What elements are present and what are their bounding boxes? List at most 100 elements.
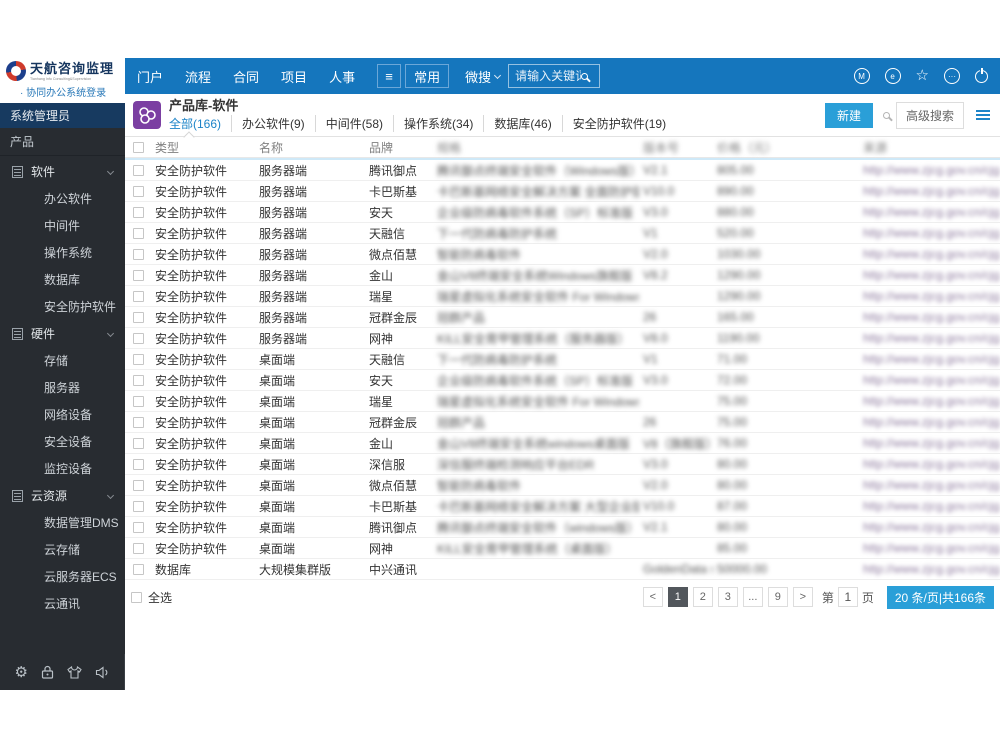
table-row[interactable]: 安全防护软件 桌面端 腾讯御点 腾讯御点终端安全软件（windows版） V2.… (125, 517, 1000, 538)
table-row[interactable]: 安全防护软件 桌面端 深信服 深信服终端检测响应平台EDR V3.0 80.00… (125, 454, 1000, 475)
global-search-input[interactable] (515, 69, 582, 83)
cell-source-link-blurred[interactable]: http://www.zjcg.gov.cn/cjg/ (859, 370, 1000, 390)
column-header[interactable]: 类型 (151, 137, 255, 157)
nav-tab-common[interactable]: 常用 (405, 64, 450, 88)
sidebar-item[interactable]: 数据库 (0, 266, 125, 293)
cell-source-link-blurred[interactable]: http://www.zjcg.gov.cn/cjg/ (859, 244, 1000, 264)
page-button[interactable]: 1 (667, 587, 688, 607)
nav-item[interactable]: 人事 (329, 67, 355, 86)
row-checkbox[interactable] (132, 206, 144, 218)
nav-menu-toggle[interactable]: ≡ (377, 64, 402, 88)
sidebar-item[interactable]: 安全防护软件 (0, 293, 125, 320)
page-button[interactable]: 9 (767, 587, 788, 607)
theme-shirt-icon[interactable] (66, 665, 82, 679)
sidebar-item[interactable]: 安全设备 (0, 428, 125, 455)
cell-source-link-blurred[interactable]: http://www.zjcg.gov.cn/cjg/ (859, 307, 1000, 327)
cell-source-link-blurred[interactable]: http://www.zjcg.gov.cn/cjg/ (859, 433, 1000, 453)
cell-source-link-blurred[interactable]: http://www.zjcg.gov.cn/cjg/ (859, 391, 1000, 411)
category-tab[interactable]: 全部(166) (169, 115, 231, 132)
row-checkbox[interactable] (132, 269, 144, 281)
row-checkbox[interactable] (132, 311, 144, 323)
table-row[interactable]: 安全防护软件 服务器端 金山 金山V8终端安全系统Windows旗舰版 V8.2… (125, 265, 1000, 286)
logout-power-icon[interactable] (975, 67, 988, 83)
favorites-star-icon[interactable]: ☆ (916, 68, 929, 84)
collab-login-link[interactable]: · 协同办公系统登录 (6, 84, 119, 99)
table-row[interactable]: 安全防护软件 桌面端 网神 KILL安全胄甲管理系统（桌面版） 85.00 ht… (125, 538, 1000, 559)
row-checkbox[interactable] (132, 353, 144, 365)
search-icon[interactable] (581, 72, 589, 80)
table-row[interactable]: 安全防护软件 服务器端 安天 企业级防病毒软件系统（SP）标准版 V3.0 88… (125, 202, 1000, 223)
select-all-checkbox[interactable] (131, 591, 142, 603)
row-checkbox[interactable] (132, 458, 144, 470)
sidebar-item[interactable]: 网络设备 (0, 401, 125, 428)
cell-source-link-blurred[interactable]: http://www.zjcg.gov.cn/cjg/ (859, 538, 1000, 558)
row-checkbox[interactable] (132, 521, 144, 533)
table-row[interactable]: 安全防护软件 服务器端 微点佰慧 智能防病毒软件 V2.0 1030.00 ht… (125, 244, 1000, 265)
sidebar-item[interactable]: 云通讯 (0, 590, 125, 617)
cell-source-link-blurred[interactable]: http://www.zjcg.gov.cn/cjg/ (859, 349, 1000, 369)
list-view-toggle-icon[interactable] (974, 108, 992, 122)
row-checkbox[interactable] (132, 479, 144, 491)
row-checkbox[interactable] (132, 290, 144, 302)
cell-source-link-blurred[interactable]: http://www.zjcg.gov.cn/cjg/ (859, 202, 1000, 222)
category-tab[interactable]: 数据库(46) (483, 114, 561, 132)
row-checkbox[interactable] (132, 164, 144, 176)
table-row[interactable]: 安全防护软件 服务器端 腾讯御点 腾讯御点终端安全软件（Windows版） V2… (125, 160, 1000, 181)
sidebar-item[interactable]: 云存储 (0, 536, 125, 563)
row-checkbox[interactable] (132, 248, 144, 260)
nav-item[interactable]: 门户 (137, 67, 163, 86)
nav-item[interactable]: 合同 (233, 67, 259, 86)
settings-gear-icon[interactable]: ⚙ (14, 663, 27, 681)
cell-source-link-blurred[interactable]: http://www.zjcg.gov.cn/cjg/ (859, 286, 1000, 306)
table-row[interactable]: 安全防护软件 服务器端 网神 KILL安全胄甲管理系统（服务器版） V8.0 1… (125, 328, 1000, 349)
cell-source-link-blurred[interactable]: http://www.zjcg.gov.cn/cjg/ (859, 265, 1000, 285)
category-tab[interactable]: 中间件(58) (314, 114, 393, 132)
table-row[interactable]: 安全防护软件 桌面端 卡巴斯基 卡巴斯基网络安全解决方案 大型企业版（KESB）… (125, 496, 1000, 517)
row-checkbox[interactable] (132, 374, 144, 386)
more-options-icon[interactable]: ··· (944, 68, 960, 84)
sidebar-item[interactable]: 云服务器ECS (0, 563, 125, 590)
volume-speaker-icon[interactable] (95, 665, 110, 679)
create-new-button[interactable]: 新建 (824, 102, 873, 128)
table-row[interactable]: 数据库 大规模集群版 中兴通讯 GoldenData s... 50000.00… (125, 559, 1000, 580)
nav-item[interactable]: 项目 (281, 67, 307, 86)
category-tab[interactable]: 办公软件(9) (231, 114, 315, 132)
sidebar-item[interactable]: 操作系统 (0, 239, 125, 266)
table-row[interactable]: 安全防护软件 桌面端 微点佰慧 智能防病毒软件 V2.0 80.00 http:… (125, 475, 1000, 496)
column-header[interactable]: 名称 (255, 137, 365, 157)
sidebar-item[interactable]: 存储 (0, 347, 125, 374)
row-checkbox[interactable] (132, 227, 144, 239)
cell-source-link-blurred[interactable]: http://www.zjcg.gov.cn/cjg/ (859, 181, 1000, 201)
messages-icon[interactable]: M (853, 68, 870, 84)
cell-source-link-blurred[interactable]: http://www.zjcg.gov.cn/cjg/ (859, 496, 1000, 516)
sidebar-item[interactable]: 硬件 (0, 320, 125, 347)
column-header[interactable]: 规格 (433, 137, 639, 157)
table-row[interactable]: 安全防护软件 桌面端 安天 企业级防病毒软件系统（SP）标准版 V3.0 72.… (125, 370, 1000, 391)
header-checkbox[interactable] (132, 141, 144, 153)
cell-source-link-blurred[interactable]: http://www.zjcg.gov.cn/cjg/ (859, 475, 1000, 495)
cell-source-link-blurred[interactable]: http://www.zjcg.gov.cn/cjg/ (859, 223, 1000, 243)
page-button[interactable]: ... (742, 587, 763, 607)
lock-icon[interactable] (41, 665, 54, 679)
column-header[interactable]: 品牌 (365, 137, 433, 157)
row-checkbox[interactable] (132, 185, 144, 197)
advanced-search-button[interactable]: 高级搜索 (895, 101, 964, 129)
column-header[interactable]: 版本号 (639, 137, 713, 157)
table-search-icon[interactable] (882, 111, 890, 119)
column-header[interactable]: 价格（元） (713, 137, 859, 157)
table-row[interactable]: 安全防护软件 服务器端 天融信 下一代防病毒防护系统 V1 520.00 htt… (125, 223, 1000, 244)
page-button[interactable]: < (642, 587, 663, 607)
row-checkbox[interactable] (132, 395, 144, 407)
page-button[interactable]: > (792, 587, 813, 607)
sidebar-item[interactable]: 中间件 (0, 212, 125, 239)
table-row[interactable]: 安全防护软件 桌面端 瑞星 瑞星虚拟化系统安全软件 For Windows 版 … (125, 391, 1000, 412)
category-tab[interactable]: 操作系统(34) (393, 114, 483, 132)
cell-source-link-blurred[interactable]: http://www.zjcg.gov.cn/cjg/ (859, 454, 1000, 474)
wesearch-dropdown[interactable]: 微搜 (465, 67, 502, 86)
column-header[interactable]: 来源 (859, 137, 1000, 157)
cell-source-link-blurred[interactable]: http://www.zjcg.gov.cn/cjg/ (859, 328, 1000, 348)
row-checkbox[interactable] (132, 542, 144, 554)
nav-item[interactable]: 流程 (185, 67, 211, 86)
page-button[interactable]: 3 (717, 587, 738, 607)
cell-source-link-blurred[interactable]: http://www.zjcg.gov.cn/cjg/ (859, 412, 1000, 432)
